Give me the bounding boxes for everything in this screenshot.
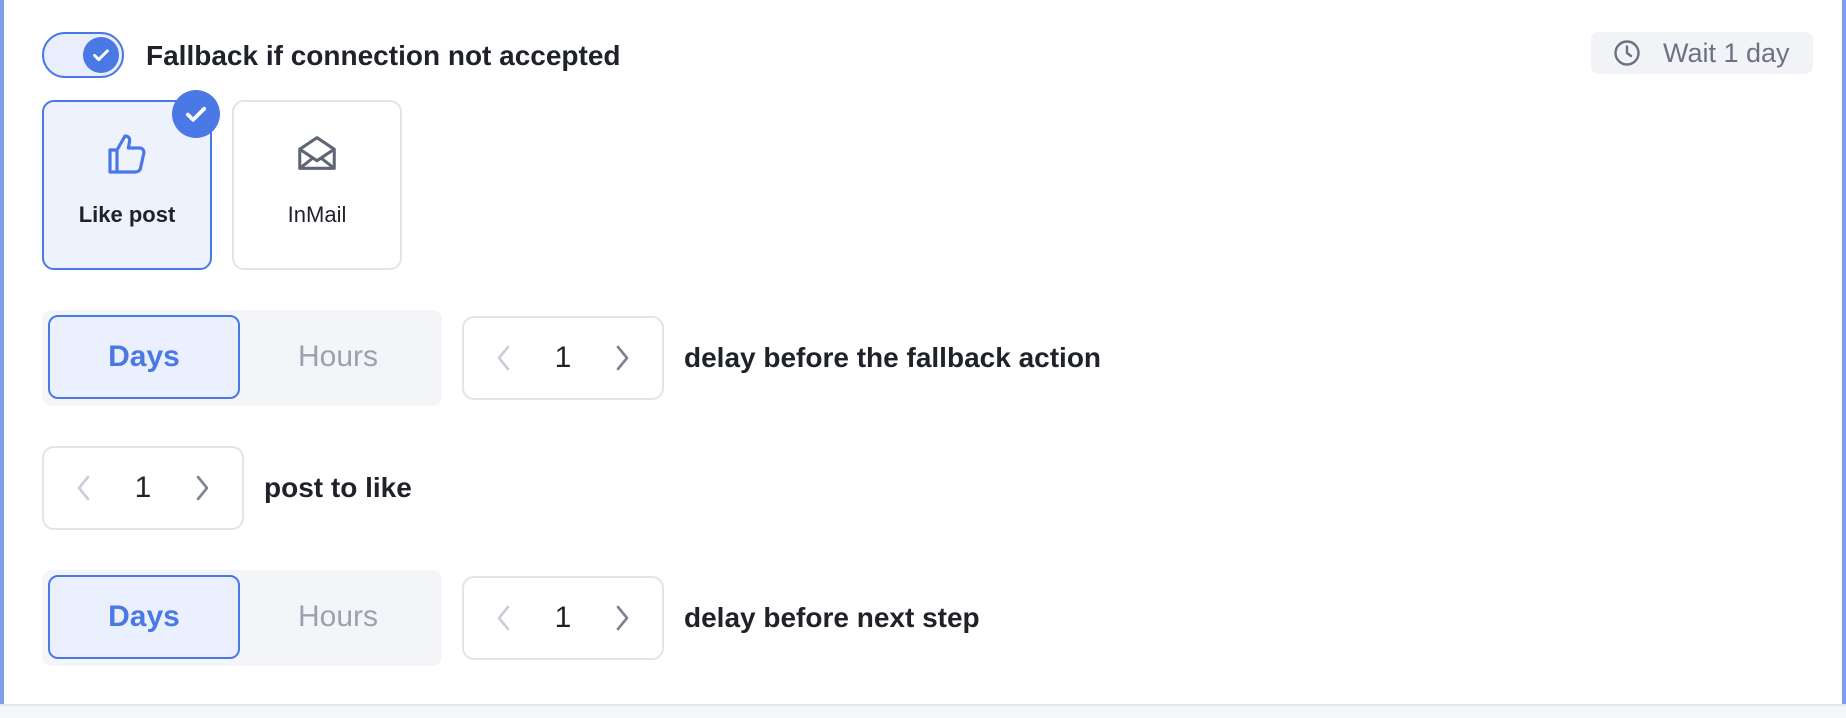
unit-hours-button[interactable]: Hours bbox=[242, 575, 434, 659]
stepper-value: 1 bbox=[134, 471, 152, 504]
action-card-label: Like post bbox=[78, 202, 176, 227]
unit-hours-button[interactable]: Hours bbox=[242, 315, 434, 399]
unit-days-button[interactable]: Days bbox=[48, 575, 240, 659]
fallback-label: Fallback if connection not accepted bbox=[146, 40, 621, 71]
open-envelope-icon bbox=[234, 130, 400, 182]
stepper-value: 1 bbox=[554, 341, 572, 374]
chevron-right-icon[interactable] bbox=[592, 578, 652, 658]
posts-stepper: 1 bbox=[42, 446, 244, 530]
chevron-right-icon[interactable] bbox=[172, 448, 232, 528]
action-card-label: InMail bbox=[287, 202, 347, 227]
posts-label: post to like bbox=[264, 472, 412, 503]
thumbs-up-icon bbox=[44, 130, 210, 182]
wait-badge-text: Wait 1 day bbox=[1663, 37, 1790, 68]
next-step-delay-unit-selector: Days Hours bbox=[42, 570, 442, 666]
chevron-right-icon[interactable] bbox=[592, 318, 652, 398]
fallback-delay-stepper: 1 bbox=[462, 316, 664, 400]
fallback-delay-unit-selector: Days Hours bbox=[42, 310, 442, 406]
unit-days-button[interactable]: Days bbox=[48, 315, 240, 399]
stepper-value: 1 bbox=[554, 601, 572, 634]
next-step-delay-stepper: 1 bbox=[462, 576, 664, 660]
next-step-delay-label: delay before next step bbox=[684, 602, 980, 633]
toggle-check-icon bbox=[83, 37, 119, 73]
wait-badge: Wait 1 day bbox=[1591, 32, 1813, 74]
selected-check-icon bbox=[172, 90, 220, 138]
fallback-panel: Fallback if connection not accepted Wait… bbox=[0, 0, 1846, 716]
action-card-inmail[interactable]: InMail bbox=[232, 100, 402, 270]
fallback-delay-label: delay before the fallback action bbox=[684, 342, 1102, 373]
fallback-toggle[interactable] bbox=[42, 32, 124, 78]
clock-icon bbox=[1613, 39, 1641, 67]
